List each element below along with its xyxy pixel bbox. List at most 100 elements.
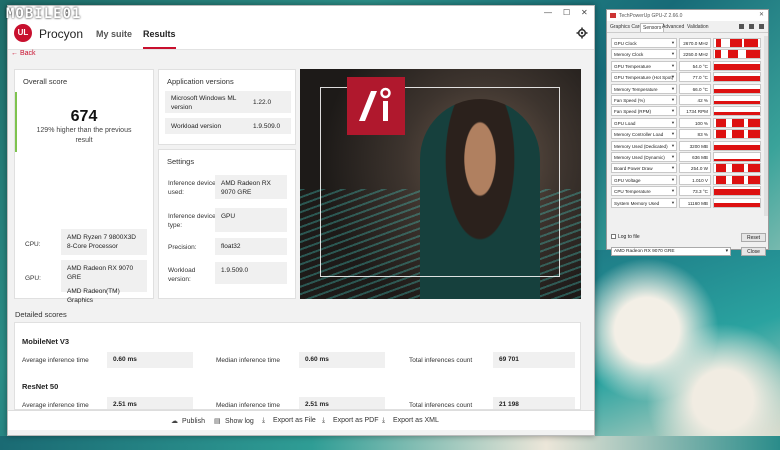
sensor-dropdown-icon[interactable]: ▼ xyxy=(671,165,675,170)
refresh-icon[interactable] xyxy=(749,24,754,29)
sensor-dropdown-icon[interactable]: ▼ xyxy=(671,63,675,68)
sensor-name[interactable]: System Memory Used xyxy=(611,197,677,208)
sensor-dropdown-icon[interactable]: ▼ xyxy=(671,51,675,56)
sensor-name[interactable]: GPU Clock xyxy=(611,38,677,48)
sensor-name[interactable]: Memory Clock xyxy=(611,49,677,60)
cpu-label: CPU: xyxy=(25,241,41,248)
watermark-logo: MOBILE01 xyxy=(6,6,82,22)
sensor-value: 1734 RPM xyxy=(679,106,711,117)
gpu-device-value: AMD Radeon RX 9070 GRE xyxy=(614,249,675,254)
sensor-graph xyxy=(713,95,761,105)
export-pdf-button[interactable]: ⤓ Export as PDF xyxy=(322,417,379,425)
sensor-dropdown-icon[interactable]: ▼ xyxy=(671,74,675,79)
sensor-graph-bar xyxy=(716,39,721,47)
sensor-row: GPU Load ▼ 100 % xyxy=(611,117,761,129)
total-inferences-label: Total inferences count xyxy=(409,357,473,364)
sensor-dropdown-icon[interactable]: ▼ xyxy=(671,86,675,91)
sensor-dropdown-icon[interactable]: ▼ xyxy=(671,188,675,193)
settings-card: Settings Inference device used: AMD Rade… xyxy=(158,149,296,299)
precision-value: float32 xyxy=(215,238,287,255)
sensor-graph-bar xyxy=(732,164,744,173)
sensor-dropdown-icon[interactable]: ▼ xyxy=(671,154,675,159)
app-versions-card: Application versions Microsoft Windows M… xyxy=(158,69,296,145)
sensor-value: 2670.0 MHz xyxy=(679,38,711,48)
sensor-value: 54.0 °C xyxy=(679,60,711,71)
sensor-graph xyxy=(713,83,761,94)
menu-icon[interactable] xyxy=(759,24,764,29)
sensor-name[interactable]: GPU Voltage xyxy=(611,174,677,185)
sensor-graph-bar xyxy=(714,76,760,82)
sensor-dropdown-icon[interactable]: ▼ xyxy=(671,200,675,205)
windows-ml-row: Microsoft Windows ML version 1.22.0 xyxy=(165,91,291,113)
tab-validation[interactable]: Validation xyxy=(687,24,709,30)
sensor-row: Memory Clock ▼ 2250.0 MHz xyxy=(611,49,761,60)
back-link[interactable]: ← Back xyxy=(11,50,36,57)
camera-icon[interactable] xyxy=(739,24,744,29)
sensor-dropdown-icon[interactable]: ▼ xyxy=(671,108,675,113)
sensor-row: Board Power Draw ▼ 254.0 W xyxy=(611,163,761,174)
nav-my-suite[interactable]: My suite xyxy=(96,29,132,39)
sensor-dropdown-icon[interactable]: ▼ xyxy=(671,40,675,45)
overall-score-title: Overall score xyxy=(23,77,68,86)
gpuz-close-icon[interactable]: ✕ xyxy=(759,11,764,18)
reset-button[interactable]: Reset xyxy=(741,233,766,242)
sensor-graph xyxy=(713,106,761,117)
sensor-dropdown-icon[interactable]: ▼ xyxy=(671,131,675,136)
sensor-row: System Memory Used ▼ 11160 MB xyxy=(611,197,761,209)
tab-advanced[interactable]: Advanced xyxy=(662,24,684,30)
sensor-dropdown-icon[interactable]: ▼ xyxy=(671,97,675,102)
sensor-graph xyxy=(713,60,761,71)
export-xml-button[interactable]: ⤓ Export as XML xyxy=(382,417,439,425)
settings-gear-icon[interactable] xyxy=(576,27,588,39)
windows-ml-value: 1.22.0 xyxy=(253,99,272,106)
sensor-value: 1.010 V xyxy=(679,174,711,185)
sensor-name[interactable]: GPU Temperature xyxy=(611,60,677,71)
total-inferences-label: Total inferences count xyxy=(409,402,473,409)
sensor-graph-bar xyxy=(732,118,744,127)
tab-graphics-card[interactable]: Graphics Card xyxy=(610,24,642,30)
sensor-name[interactable]: Memory Controller Load xyxy=(611,129,677,140)
sensor-name[interactable]: Fan Speed (%) xyxy=(611,95,677,105)
score-comparison: 129% higher than the previous result xyxy=(36,127,132,144)
download-icon: ⤓ xyxy=(262,417,266,424)
sensor-name[interactable]: GPU Temperature (Hot Spot) xyxy=(611,72,677,83)
sensor-dropdown-icon[interactable]: ▼ xyxy=(671,177,675,182)
median-inference-value: 0.60 ms xyxy=(299,352,385,368)
sensor-graph xyxy=(713,129,761,140)
sensor-name[interactable]: Board Power Draw xyxy=(611,163,677,174)
show-log-label: Show log xyxy=(225,418,254,425)
sensor-dropdown-icon[interactable]: ▼ xyxy=(671,143,675,148)
sensor-graph xyxy=(713,38,761,48)
export-file-button[interactable]: ⤓ Export as File xyxy=(262,417,316,425)
sensor-name[interactable]: CPU Temperature xyxy=(611,186,677,197)
nav-results[interactable]: Results xyxy=(143,29,176,49)
sensor-graph-bar xyxy=(748,130,760,139)
show-log-button[interactable]: ▤ Show log xyxy=(214,417,254,425)
sensor-graph-bar xyxy=(716,164,726,173)
sensor-name[interactable]: Memory Used (Dynamic) xyxy=(611,152,677,162)
sensor-name[interactable]: GPU Load xyxy=(611,117,677,128)
close-icon[interactable]: ✕ xyxy=(581,8,588,17)
log-to-file-checkbox[interactable]: Log to file xyxy=(611,234,640,240)
maximize-icon[interactable]: ☐ xyxy=(563,8,570,17)
sensor-name[interactable]: Fan Speed (RPM) xyxy=(611,106,677,117)
sensor-name[interactable]: Memory Temperature xyxy=(611,83,677,94)
sensor-name[interactable]: Memory Used (Dedicated) xyxy=(611,140,677,151)
sensor-dropdown-icon[interactable]: ▼ xyxy=(671,120,675,125)
gpu-value: AMD Radeon RX 9070 GRE AMD Radeon(TM) Gr… xyxy=(61,260,147,304)
gpu-device-select[interactable]: AMD Radeon RX 9070 GRE ▾ xyxy=(611,247,731,256)
close-button[interactable]: Close xyxy=(741,247,766,256)
minimize-icon[interactable]: — xyxy=(544,8,552,17)
avg-inference-value: 2.51 ms xyxy=(107,397,193,409)
publish-button[interactable]: ☁ Publish xyxy=(171,417,205,425)
avg-inference-value: 0.60 ms xyxy=(107,352,193,368)
sensor-value: 636 MB xyxy=(679,152,711,162)
inference-device-used-label: Inference device used: xyxy=(168,180,216,196)
overall-score-value: 674 xyxy=(70,108,98,125)
sensor-scrollbar[interactable] xyxy=(764,36,768,216)
windows-ml-label: Microsoft Windows ML version xyxy=(171,95,237,111)
sensor-graph-bar xyxy=(732,130,744,139)
cloud-upload-icon: ☁ xyxy=(171,418,178,425)
chevron-down-icon: ▾ xyxy=(725,249,728,254)
tab-sensors[interactable]: Sensors xyxy=(640,23,665,32)
